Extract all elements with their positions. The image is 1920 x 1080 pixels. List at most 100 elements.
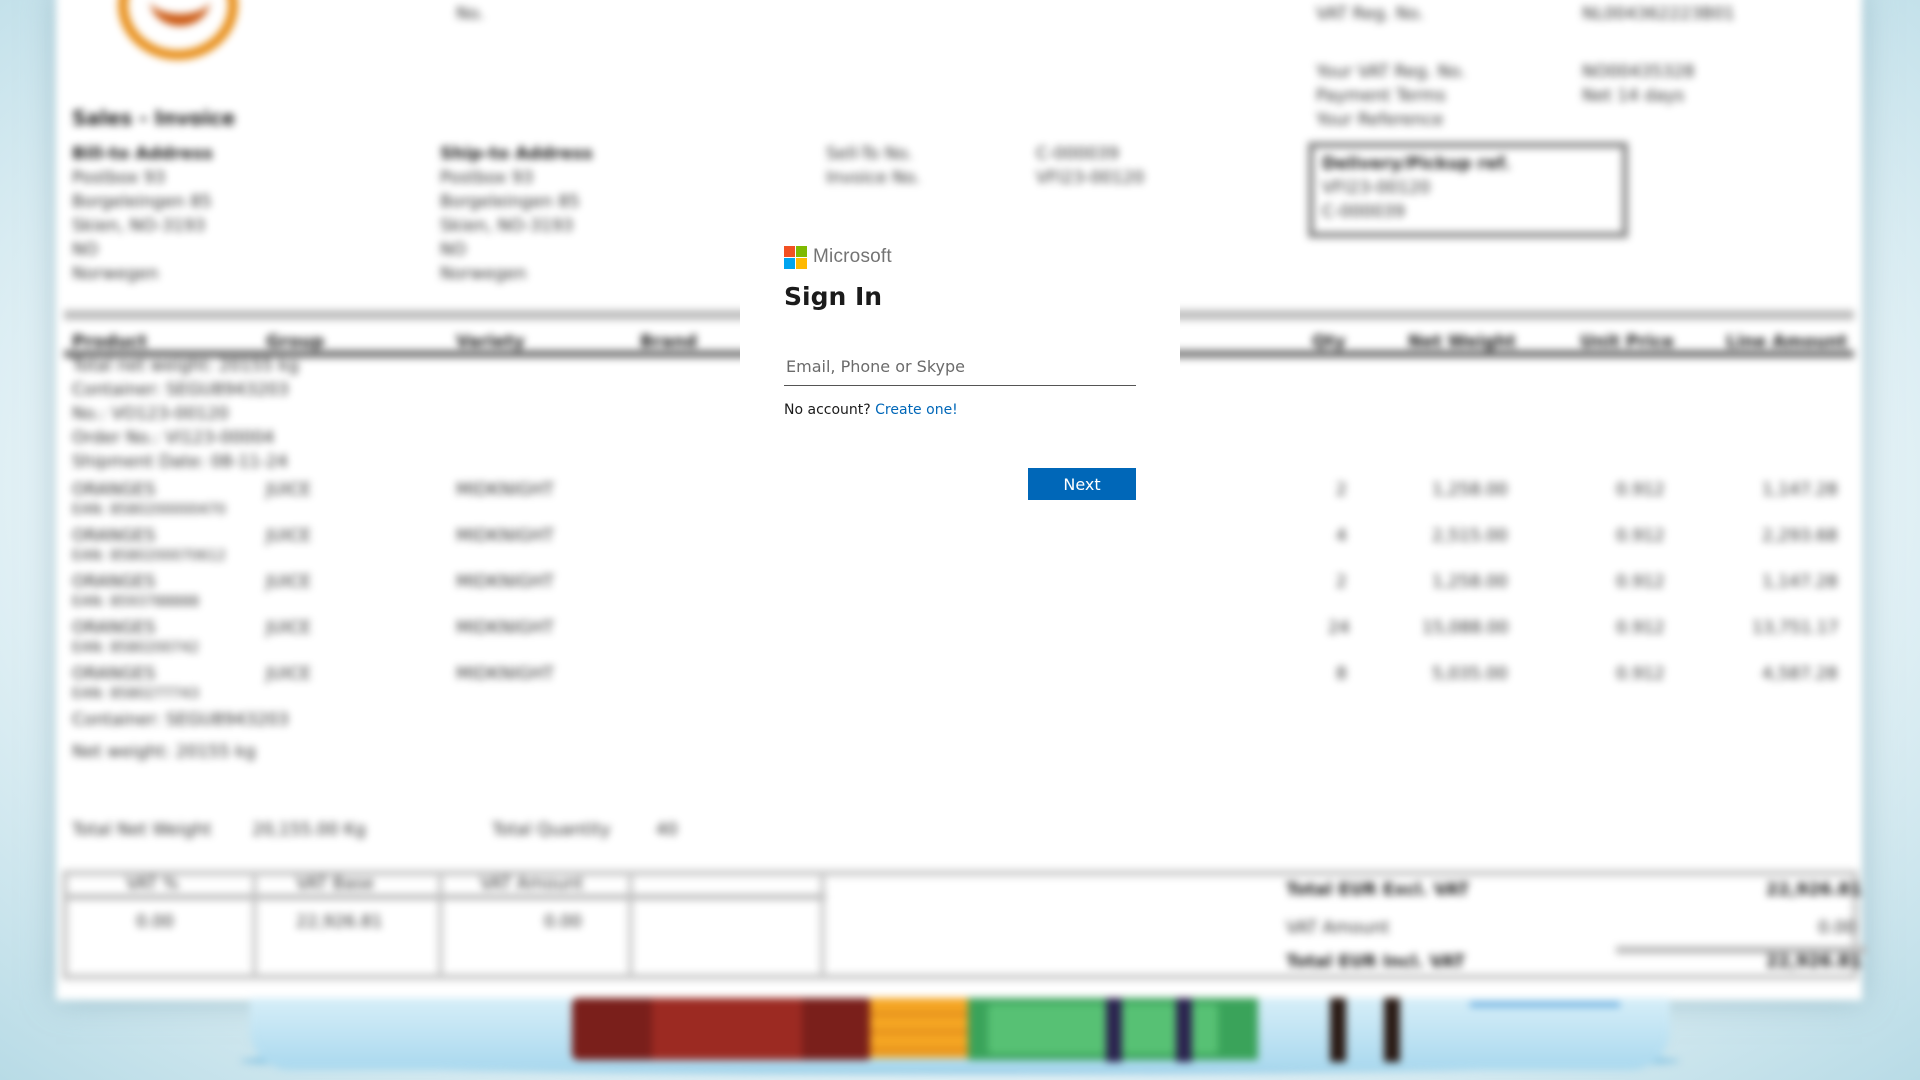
create-account-link[interactable]: Create one! xyxy=(875,402,958,418)
vat-column-divider xyxy=(820,870,825,980)
cell-weight: 1,258.00 xyxy=(1432,572,1508,592)
cell-group: JUICE xyxy=(266,526,312,546)
wallet-illustration xyxy=(572,998,872,1060)
cell-amount: 4,587.28 xyxy=(1762,664,1838,684)
cell-price: 0.912 xyxy=(1616,572,1665,592)
cell-product: ORANGES xyxy=(72,480,156,500)
summary-label: Total EUR Excl. VAT xyxy=(1286,880,1470,900)
invoice-no-value: VFI23-00120 xyxy=(1036,168,1145,188)
footer-container-note: Container: SEGU8943203 xyxy=(72,710,289,730)
bill-to-line: Bill-to Address xyxy=(72,144,213,164)
column-header: Variety xyxy=(456,332,525,352)
decorative-line xyxy=(1470,1002,1620,1007)
cell-amount: 13,751.17 xyxy=(1752,618,1839,638)
vat-header-rule xyxy=(66,894,826,900)
sign-in-dialog: Microsoft Sign In No account? Create one… xyxy=(740,205,1180,555)
delivery-box: Delivery/Pickup ref. VFI23-00120 C-00003… xyxy=(1308,142,1628,238)
cell-variety: MIDKNIGHT xyxy=(456,480,554,500)
bill-to-line: NO xyxy=(72,240,99,260)
ship-to-line: Borgeleingen 85 xyxy=(440,192,580,212)
person-leg-illustration xyxy=(1106,998,1122,1062)
no-account-text: No account? xyxy=(784,402,871,418)
cell-variety: MIDKNIGHT xyxy=(456,526,554,546)
invoice-title: Sales - Invoice xyxy=(72,106,236,130)
cell-price: 0.912 xyxy=(1616,664,1665,684)
cell-product: ORANGES xyxy=(72,572,156,592)
cell-group: JUICE xyxy=(266,572,312,592)
cell-group: JUICE xyxy=(266,480,312,500)
net-weight-note: Net weight: 20155 kg xyxy=(72,742,256,762)
person-leg-illustration xyxy=(1330,998,1346,1062)
no-account-row: No account? Create one! xyxy=(784,402,958,418)
vat-value: 0.00 xyxy=(544,912,582,932)
column-header: Net Weight xyxy=(1408,332,1516,352)
bill-to-line: Skien, NO-3193 xyxy=(72,216,206,236)
total-net-weight-label: Total Net Weight xyxy=(72,820,212,840)
company-logo xyxy=(118,0,238,60)
cell-qty: 2 xyxy=(1336,480,1347,500)
cell-price: 0.912 xyxy=(1616,480,1665,500)
summary-label: Total EUR Incl. VAT xyxy=(1286,952,1465,972)
delivery-box-line: VFI23-00120 xyxy=(1322,178,1431,198)
vat-value: 0.00 xyxy=(136,912,174,932)
cell-product: ORANGES xyxy=(72,526,156,546)
cell-variety: MIDKNIGHT xyxy=(456,572,554,592)
column-header: Brand xyxy=(640,332,698,352)
cell-code: EAN: 8593788888 xyxy=(72,594,200,610)
vat-header: VAT Base xyxy=(296,874,375,894)
bill-to-line: Norwegen xyxy=(72,264,159,284)
email-field[interactable] xyxy=(784,348,1136,386)
cell-weight: 1,258.00 xyxy=(1432,480,1508,500)
delivery-box-line: C-000039 xyxy=(1322,202,1405,222)
cell-code: EAN: 8580200000470 xyxy=(72,502,226,518)
ship-to-line: Skien, NO-3193 xyxy=(440,216,574,236)
note-line: Container: SEGU8943203 xyxy=(72,380,289,400)
cell-price: 0.912 xyxy=(1616,526,1665,546)
your-vat-label: Your VAT Reg. No. xyxy=(1316,62,1466,82)
microsoft-brand: Microsoft xyxy=(784,245,892,269)
vat-header: VAT Amount xyxy=(480,874,584,894)
cell-amount: 1,147.28 xyxy=(1762,480,1838,500)
vat-reg-value: NL004362223B01 xyxy=(1582,4,1735,24)
ship-to-line: NO xyxy=(440,240,467,260)
payment-terms-value: Net 14 days xyxy=(1582,86,1685,106)
your-reference-label: Your Reference xyxy=(1316,110,1444,130)
note-line: Total net weight: 20155 kg xyxy=(72,356,299,376)
summary-value: 22,926.81 xyxy=(1766,952,1862,972)
vat-header: VAT % xyxy=(126,874,179,894)
column-header: Line Amount xyxy=(1726,332,1848,352)
summary-label: VAT Amount xyxy=(1286,918,1390,938)
vat-column-divider xyxy=(628,870,633,980)
cell-group: JUICE xyxy=(266,664,312,684)
note-line: Shipment Date: 08-11-24 xyxy=(72,452,288,472)
cell-code: EAN: 8580200742 xyxy=(72,640,200,656)
invoice-number-label: No. xyxy=(456,4,485,24)
cell-code: EAN: 8580200070612 xyxy=(72,548,226,564)
note-line: Order No.: VI123-00004 xyxy=(72,428,275,448)
total-net-weight-value: 20,155.00 Kg xyxy=(252,820,366,840)
payment-terms-label: Payment Terms xyxy=(1316,86,1446,106)
person-leg-illustration xyxy=(1384,998,1400,1062)
summary-value: 0.00 xyxy=(1818,918,1856,938)
vat-column-divider xyxy=(252,870,257,980)
bill-to-line: Borgeleingen 85 xyxy=(72,192,212,212)
brand-name: Microsoft xyxy=(813,246,892,267)
gold-bars-illustration xyxy=(870,998,970,1058)
ship-to-line: Postbox 93 xyxy=(440,168,534,188)
summary-value: 22,926.81 xyxy=(1766,880,1862,900)
cell-variety: MIDKNIGHT xyxy=(456,664,554,684)
total-quantity-label: Total Quantity xyxy=(492,820,611,840)
delivery-box-line: Delivery/Pickup ref. xyxy=(1322,154,1511,174)
ship-to-line: Ship-to Address xyxy=(440,144,593,164)
cell-qty: 4 xyxy=(1336,526,1347,546)
person-leg-illustration xyxy=(1176,998,1192,1062)
microsoft-logo-icon xyxy=(784,245,807,269)
cell-weight: 15,088.00 xyxy=(1422,618,1509,638)
cell-amount: 2,293.68 xyxy=(1762,526,1838,546)
vat-column-divider xyxy=(438,870,443,980)
column-header: Group xyxy=(266,332,325,352)
column-header: Unit Price xyxy=(1580,332,1675,352)
next-button[interactable]: Next xyxy=(1028,468,1136,500)
sell-to-label: Sell-To No. xyxy=(826,144,913,164)
invoice-no-label: Invoice No. xyxy=(826,168,921,188)
